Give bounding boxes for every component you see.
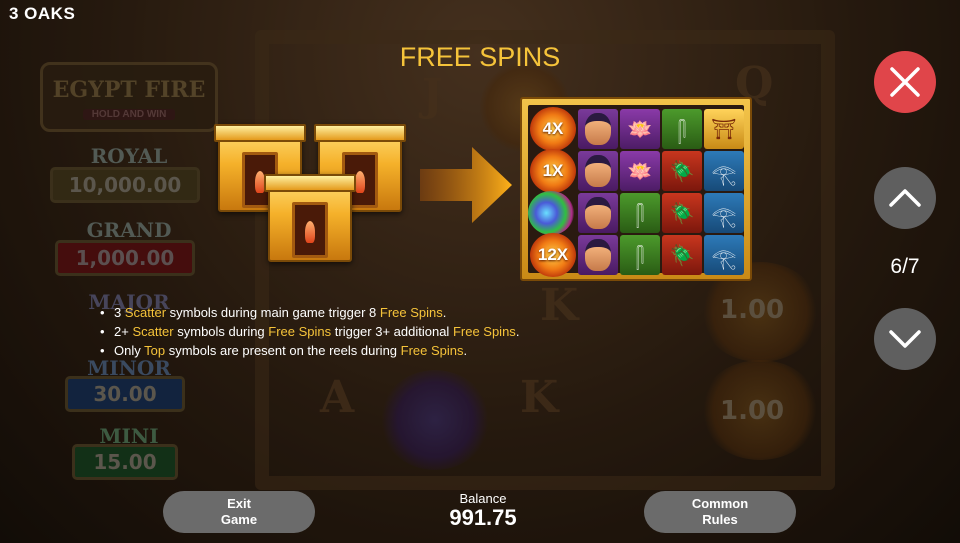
pharaoh-queen-icon [578,151,618,191]
scatter-gate-icon: ⛩ [704,109,744,149]
rule-highlight: Scatter [124,305,167,320]
common-rules-label-line2: Rules [702,512,738,527]
rule-text: symbols during [173,324,269,339]
lotus-symbol-icon: 🪷 [620,109,660,149]
scarab-symbol-icon: 🪲 [662,151,702,191]
arrow-right-icon [420,147,512,223]
rule-item: 3 Scatter symbols during main game trigg… [100,303,660,322]
exit-game-button[interactable]: Exit Game [163,491,315,533]
rule-text: symbols during main game trigger 8 [166,305,380,320]
pharaoh-queen-icon [578,193,618,233]
scatter-symbol-icon [264,174,356,262]
rule-highlight: Free Spins [268,324,332,339]
rainbow-orb-icon [528,191,574,235]
close-button[interactable] [874,51,936,113]
reels-grid: 🪷 𓋴 ⛩ 🪷 🪲 𓂀 𓋴 🪲 𓂀 𓋴 🪲 𓂀 4X 1X 12X [528,105,744,277]
balance-value: 991.75 [449,505,517,530]
rule-item: Only Top symbols are present on the reel… [100,341,660,360]
scarab-symbol-icon: 🪲 [662,193,702,233]
sandal-symbol-icon: 𓋴 [620,235,660,275]
provider-logo: 3 OAKS [9,4,76,23]
balance-label: Balance [459,491,507,506]
page-title: FREE SPINS [399,42,561,72]
rule-text: . [463,343,468,358]
sandal-symbol-icon: 𓋴 [662,109,702,149]
lotus-symbol-icon: 🪷 [620,151,660,191]
pharaoh-queen-icon [578,235,618,275]
multiplier-orb: 12X [530,233,576,277]
scarab-symbol-icon: 🪲 [662,235,702,275]
eye-of-horus-icon: 𓂀 [704,193,744,233]
close-icon [890,67,920,97]
rule-item: 2+ Scatter symbols during Free Spins tri… [100,322,660,341]
rule-highlight: Scatter [132,324,174,339]
rule-text: trigger 3+ additional [331,324,453,339]
rule-text: . [515,324,520,339]
exit-game-label-line2: Game [220,512,258,527]
chevron-up-icon [889,189,921,207]
info-overlay [0,0,960,543]
next-page-button[interactable] [874,308,936,370]
previous-page-button[interactable] [874,167,936,229]
rules-list: 3 Scatter symbols during main game trigg… [100,303,660,360]
eye-of-horus-icon: 𓂀 [704,151,744,191]
rule-highlight: Free Spins [400,343,464,358]
page-counter: 6/7 [890,255,920,278]
common-rules-button[interactable]: Common Rules [644,491,796,533]
free-spins-reels-preview: 🪷 𓋴 ⛩ 🪷 🪲 𓂀 𓋴 🪲 𓂀 𓋴 🪲 𓂀 4X 1X 12X [520,97,752,281]
chevron-down-icon [889,330,921,348]
multiplier-orb: 1X [530,149,576,193]
exit-game-label-line1: Exit [227,496,251,511]
rule-highlight: Top [144,343,166,358]
rule-text: . [442,305,447,320]
rule-text: symbols are present on the reels during [165,343,401,358]
pharaoh-queen-icon [578,109,618,149]
rule-text: 3 [114,305,125,320]
rule-text: 2+ [114,324,133,339]
multiplier-orb: 4X [530,107,576,151]
rule-text: Only [114,343,145,358]
rule-highlight: Free Spins [452,324,516,339]
common-rules-label-line1: Common [691,496,749,511]
sandal-symbol-icon: 𓋴 [620,193,660,233]
rule-highlight: Free Spins [379,305,443,320]
eye-of-horus-icon: 𓂀 [704,235,744,275]
